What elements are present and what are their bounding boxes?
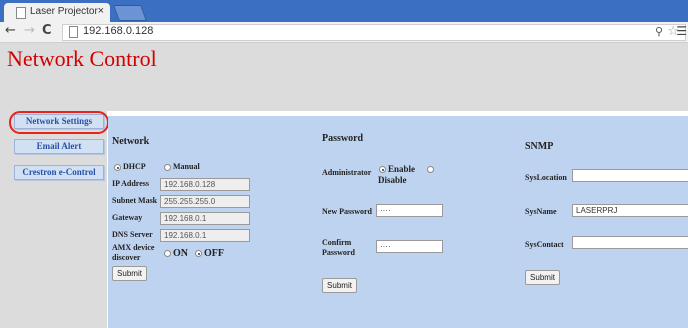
subnet-mask-field[interactable]: 255.255.255.0 <box>160 195 250 208</box>
page-icon <box>69 26 78 38</box>
confirm-password-field[interactable]: ···· <box>376 240 443 253</box>
sysname-field[interactable]: LASERPRJ <box>572 204 688 217</box>
address-bar[interactable]: 192.168.0.128 ⚲ ☆ <box>62 24 686 41</box>
amx-off-label: OFF <box>204 248 224 259</box>
selection-highlight-circle <box>9 111 109 134</box>
amx-on-label: ON <box>173 248 188 259</box>
key-icon[interactable]: ⚲ <box>655 25 663 38</box>
tab-close-button[interactable]: × <box>98 5 104 17</box>
settings-panel: Network DHCP Manual IP Address 192.168.0… <box>108 116 688 328</box>
admin-enable-radio[interactable] <box>379 166 386 173</box>
browser-menu-icon[interactable]: ☰ <box>676 24 687 38</box>
amx-on-radio[interactable] <box>164 250 171 257</box>
page-title: Network Control <box>7 46 157 71</box>
dhcp-label: DHCP <box>123 162 146 171</box>
new-password-label: New Password <box>322 207 372 216</box>
password-heading: Password <box>322 133 364 144</box>
syscontact-field[interactable] <box>572 236 688 249</box>
forward-arrow-icon[interactable]: → <box>24 23 35 38</box>
syslocation-label: SysLocation <box>525 173 567 182</box>
snmp-heading: SNMP <box>525 141 554 152</box>
amx-discover-label-line1: AMX device <box>112 243 155 252</box>
gateway-field[interactable]: 192.168.0.1 <box>160 212 250 225</box>
manual-label: Manual <box>173 162 200 171</box>
confirm-password-label-line2: Password <box>322 248 355 257</box>
dhcp-radio[interactable] <box>114 164 121 171</box>
snmp-submit-button[interactable]: Submit <box>525 270 560 285</box>
gateway-label: Gateway <box>112 213 143 222</box>
tab-title: Laser Projector <box>30 6 98 17</box>
manual-radio[interactable] <box>164 164 171 171</box>
ip-address-field[interactable]: 192.168.0.128 <box>160 178 250 191</box>
network-submit-button[interactable]: Submit <box>112 266 147 281</box>
network-heading: Network <box>112 136 150 147</box>
browser-tab[interactable]: Laser Projector × <box>4 3 110 22</box>
page-icon <box>16 7 26 19</box>
dns-server-field[interactable]: 192.168.0.1 <box>160 229 250 242</box>
browser-tab-strip: Laser Projector × <box>0 0 688 22</box>
syscontact-label: SysContact <box>525 240 564 249</box>
confirm-password-label-line1: Confirm <box>322 238 352 247</box>
subnet-mask-label: Subnet Mask <box>112 196 158 205</box>
new-password-field[interactable]: ···· <box>376 204 443 217</box>
dns-server-label: DNS Server <box>112 230 153 239</box>
admin-disable-label: Disable <box>378 175 407 185</box>
ip-address-label: IP Address <box>112 179 149 188</box>
back-arrow-icon[interactable]: ← <box>5 23 16 38</box>
sidebar-item-email-alert[interactable]: Email Alert <box>14 139 104 154</box>
address-url[interactable]: 192.168.0.128 <box>83 25 153 37</box>
amx-off-radio[interactable] <box>195 250 202 257</box>
admin-disable-radio[interactable] <box>427 166 434 173</box>
reload-icon[interactable]: C <box>42 23 52 38</box>
password-submit-button[interactable]: Submit <box>322 278 357 293</box>
syslocation-field[interactable] <box>572 169 688 182</box>
admin-enable-label: Enable <box>388 164 416 174</box>
page-header: Network Control <box>0 43 688 111</box>
sysname-label: SysName <box>525 207 557 216</box>
new-tab-button[interactable] <box>113 5 147 21</box>
administrator-label: Administrator <box>322 168 372 177</box>
browser-toolbar: ← → C 192.168.0.128 ⚲ ☆ <box>0 22 688 43</box>
amx-discover-label-line2: discover <box>112 253 141 262</box>
sidebar-item-crestron-e-control[interactable]: Crestron e-Control <box>14 165 104 180</box>
